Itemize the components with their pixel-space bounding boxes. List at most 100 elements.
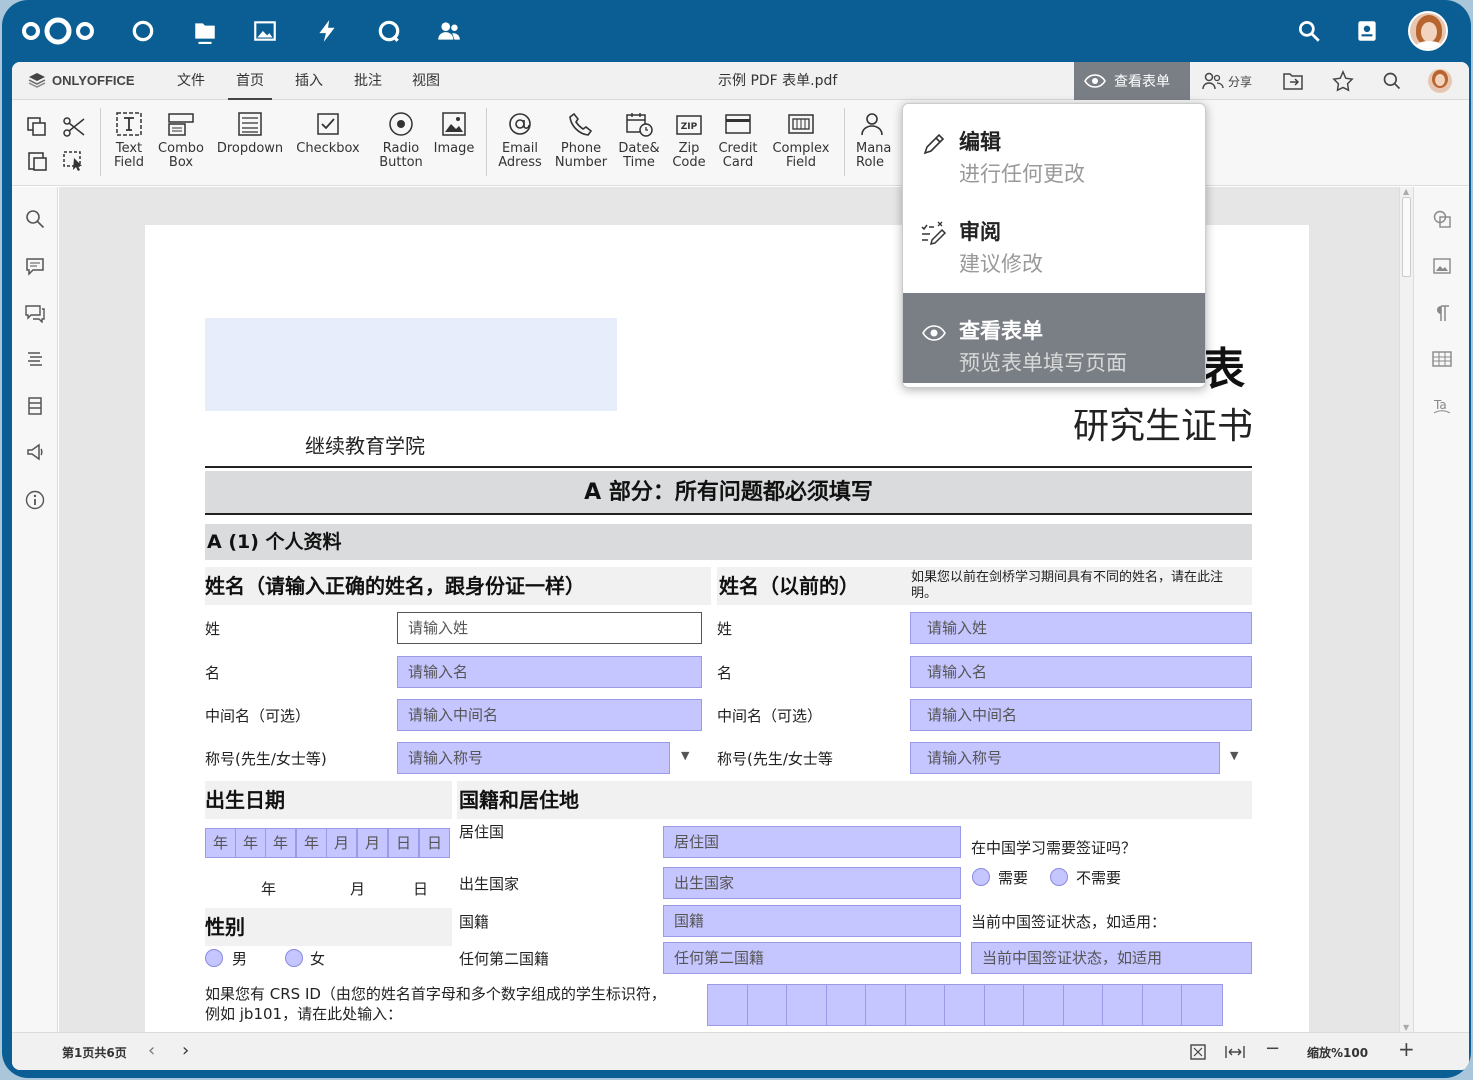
- menu-insert[interactable]: 插入: [295, 62, 323, 100]
- crs-cell[interactable]: [826, 984, 867, 1026]
- menu-file[interactable]: 文件: [177, 62, 205, 100]
- files-icon[interactable]: [188, 14, 222, 48]
- dob-cell[interactable]: 年: [205, 828, 236, 858]
- editor-avatar[interactable]: [1428, 69, 1452, 93]
- crs-cell[interactable]: [786, 984, 827, 1026]
- image-settings-icon[interactable]: [1432, 256, 1452, 276]
- share-button[interactable]: 分享: [1202, 68, 1252, 94]
- activity-icon[interactable]: [310, 14, 344, 48]
- dob-field[interactable]: 年 年 年 年 月 月 日 日: [205, 828, 450, 858]
- crs-id-field[interactable]: [707, 984, 1223, 1026]
- view-mode-button[interactable]: 查看表单: [1074, 62, 1190, 100]
- menu-home[interactable]: 首页: [228, 62, 272, 100]
- dob-cell[interactable]: 日: [388, 828, 419, 858]
- residence-input[interactable]: 居住国: [663, 826, 961, 858]
- editor-search-icon[interactable]: [1382, 68, 1402, 94]
- logo-placeholder[interactable]: [205, 318, 617, 411]
- dob-cell[interactable]: 年: [265, 828, 296, 858]
- zip-code-button[interactable]: ZIP Zip Code: [671, 110, 707, 170]
- chat-icon[interactable]: [25, 303, 45, 323]
- nationality-input[interactable]: 国籍: [663, 905, 961, 937]
- crs-cell[interactable]: [944, 984, 985, 1026]
- fit-page-icon[interactable]: [1189, 1043, 1207, 1061]
- thumbnails-icon[interactable]: [25, 396, 45, 416]
- info-icon[interactable]: [25, 490, 45, 510]
- dob-cell[interactable]: 月: [326, 828, 357, 858]
- scroll-down-icon[interactable]: ▼: [1403, 1023, 1409, 1032]
- crs-cell[interactable]: [1023, 984, 1064, 1026]
- given-name-input[interactable]: 请输入名: [397, 656, 702, 688]
- prev-middle-name-input[interactable]: 请输入中间名: [910, 699, 1252, 731]
- paragraph-settings-icon[interactable]: [1432, 303, 1452, 323]
- text-field-button[interactable]: Text Field: [110, 110, 148, 170]
- mode-review-item[interactable]: 审阅 建议修改: [903, 194, 1205, 284]
- announcement-icon[interactable]: [25, 442, 45, 462]
- date-time-button[interactable]: Date& Time: [617, 110, 661, 170]
- visa-status-input[interactable]: 当前中国签证状态，如适用: [971, 942, 1252, 974]
- photos-icon[interactable]: [248, 14, 282, 48]
- combo-box-button[interactable]: Combo Box: [157, 110, 205, 170]
- visa-yes-radio[interactable]: [972, 868, 990, 886]
- crs-cell[interactable]: [1142, 984, 1183, 1026]
- scroll-up-icon[interactable]: ▲: [1403, 187, 1409, 196]
- mode-view-form-item[interactable]: 查看表单 预览表单填写页面: [903, 293, 1205, 383]
- title-combo-input[interactable]: 请输入称号: [397, 742, 670, 774]
- zoom-out-button[interactable]: −: [1265, 1038, 1280, 1059]
- next-page-icon[interactable]: ›: [182, 1040, 189, 1061]
- email-button[interactable]: Email Adress: [494, 110, 546, 170]
- title-dropdown-arrow-icon[interactable]: ▼: [681, 749, 689, 762]
- select-all-icon[interactable]: [62, 150, 86, 172]
- contacts-menu-icon[interactable]: [1350, 14, 1384, 48]
- prev-surname-input[interactable]: 请输入姓: [910, 612, 1252, 644]
- crs-cell[interactable]: [747, 984, 788, 1026]
- headings-icon[interactable]: [25, 349, 45, 369]
- nextcloud-logo[interactable]: [20, 16, 96, 46]
- avatar[interactable]: [1408, 11, 1448, 51]
- crs-cell[interactable]: [707, 984, 748, 1026]
- find-icon[interactable]: [25, 209, 45, 229]
- table-settings-icon[interactable]: [1432, 349, 1452, 369]
- phone-button[interactable]: Phone Number: [552, 110, 610, 170]
- favorite-star-icon[interactable]: [1332, 68, 1354, 94]
- menu-comment[interactable]: 批注: [354, 62, 382, 100]
- shape-settings-icon[interactable]: [1432, 209, 1452, 229]
- dob-cell[interactable]: 日: [419, 828, 450, 858]
- scrollbar-thumb[interactable]: [1402, 197, 1411, 277]
- comments-icon[interactable]: [25, 256, 45, 276]
- dob-cell[interactable]: 年: [235, 828, 266, 858]
- vertical-scrollbar[interactable]: ▲ ▼: [1399, 187, 1413, 1032]
- visa-no-radio[interactable]: [1050, 868, 1068, 886]
- crs-cell[interactable]: [1181, 984, 1223, 1026]
- surname-input[interactable]: 请输入姓: [397, 612, 702, 644]
- prev-given-name-input[interactable]: 请输入名: [910, 656, 1252, 688]
- prev-title-combo-input[interactable]: 请输入称号: [910, 742, 1220, 774]
- talk-icon[interactable]: [372, 14, 406, 48]
- gender-male-radio[interactable]: [205, 949, 223, 967]
- prev-title-dropdown-arrow-icon[interactable]: ▼: [1230, 749, 1238, 762]
- crs-cell[interactable]: [984, 984, 1025, 1026]
- second-nationality-input[interactable]: 任何第二国籍: [663, 942, 961, 974]
- gender-female-radio[interactable]: [285, 949, 303, 967]
- middle-name-input[interactable]: 请输入中间名: [397, 699, 702, 731]
- menu-view[interactable]: 视图: [412, 62, 440, 100]
- radio-button-button[interactable]: Radio Button: [377, 110, 425, 170]
- dob-cell[interactable]: 月: [357, 828, 388, 858]
- crs-cell[interactable]: [1102, 984, 1143, 1026]
- dropdown-button[interactable]: Dropdown: [215, 110, 285, 156]
- dob-cell[interactable]: 年: [296, 828, 327, 858]
- crs-cell[interactable]: [1063, 984, 1104, 1026]
- checkbox-button[interactable]: Checkbox: [295, 110, 361, 156]
- paste-icon[interactable]: [26, 150, 48, 172]
- text-art-icon[interactable]: Ta: [1432, 396, 1452, 416]
- dashboard-icon[interactable]: [126, 14, 160, 48]
- credit-card-button[interactable]: Credit Card: [715, 110, 761, 170]
- copy-icon[interactable]: [26, 116, 48, 138]
- open-location-icon[interactable]: [1282, 68, 1304, 94]
- mode-edit-item[interactable]: 编辑 进行任何更改: [903, 104, 1205, 194]
- cut-icon[interactable]: [62, 116, 86, 138]
- complex-field-button[interactable]: Complex Field: [769, 110, 833, 170]
- fit-width-icon[interactable]: [1224, 1043, 1246, 1061]
- image-button[interactable]: Image: [430, 110, 478, 156]
- prev-page-icon[interactable]: ‹: [148, 1040, 155, 1061]
- contacts-icon[interactable]: [432, 14, 466, 48]
